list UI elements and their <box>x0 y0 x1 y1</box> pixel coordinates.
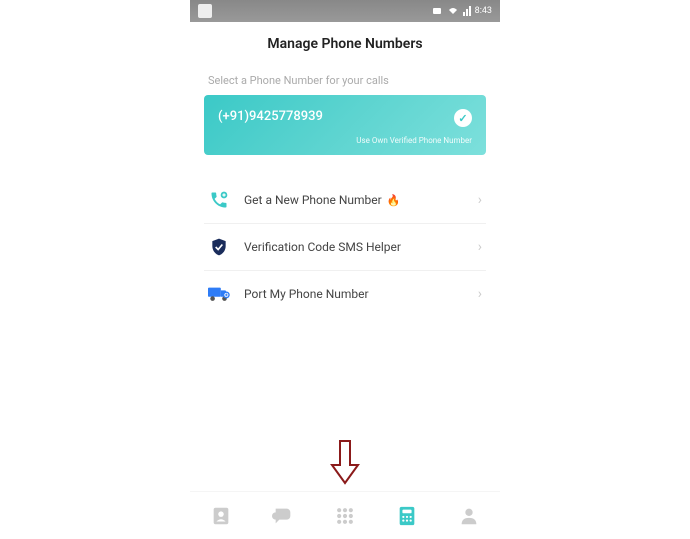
fire-icon: 🔥 <box>387 194 401 207</box>
option-new-number[interactable]: Get a New Phone Number 🔥 › <box>204 177 486 224</box>
phone-number-card[interactable]: (+91)9425778939 Use Own Verified Phone N… <box>204 95 486 155</box>
nav-contacts[interactable] <box>208 503 234 529</box>
page-title: Manage Phone Numbers <box>190 22 500 62</box>
nav-calculator[interactable] <box>394 503 420 529</box>
shield-icon <box>208 236 230 258</box>
dialpad-icon <box>335 506 355 526</box>
profile-icon <box>458 505 480 527</box>
status-bar: 8:43 <box>190 0 500 22</box>
status-time: 8:43 <box>475 6 492 16</box>
verified-check-icon <box>454 109 472 127</box>
signal-icon <box>463 6 471 16</box>
section-subtitle: Select a Phone Number for your calls <box>190 62 500 95</box>
chevron-right-icon: › <box>478 192 482 208</box>
verified-label: Use Own Verified Phone Number <box>218 136 472 145</box>
phone-add-icon <box>208 189 230 211</box>
chevron-right-icon: › <box>478 286 482 302</box>
bottom-nav <box>190 491 500 539</box>
nav-dialpad[interactable] <box>332 503 358 529</box>
notification-icon <box>198 4 212 18</box>
calculator-icon <box>396 505 418 527</box>
nav-chat[interactable] <box>270 503 296 529</box>
option-label: Verification Code SMS Helper <box>244 240 478 254</box>
option-sms-helper[interactable]: Verification Code SMS Helper › <box>204 224 486 271</box>
chat-icon <box>272 505 294 527</box>
option-port-number[interactable]: Port My Phone Number › <box>204 271 486 317</box>
truck-icon <box>208 283 230 305</box>
contacts-icon <box>210 505 232 527</box>
option-label: Get a New Phone Number 🔥 <box>244 193 478 207</box>
options-list: Get a New Phone Number 🔥 › Verification … <box>204 177 486 317</box>
phone-number-value: (+91)9425778939 <box>218 109 472 124</box>
chevron-right-icon: › <box>478 239 482 255</box>
wifi-icon <box>447 6 459 16</box>
battery-icon <box>433 6 443 16</box>
nav-profile[interactable] <box>456 503 482 529</box>
arrow-annotation-icon <box>330 439 360 489</box>
option-label: Port My Phone Number <box>244 287 478 301</box>
